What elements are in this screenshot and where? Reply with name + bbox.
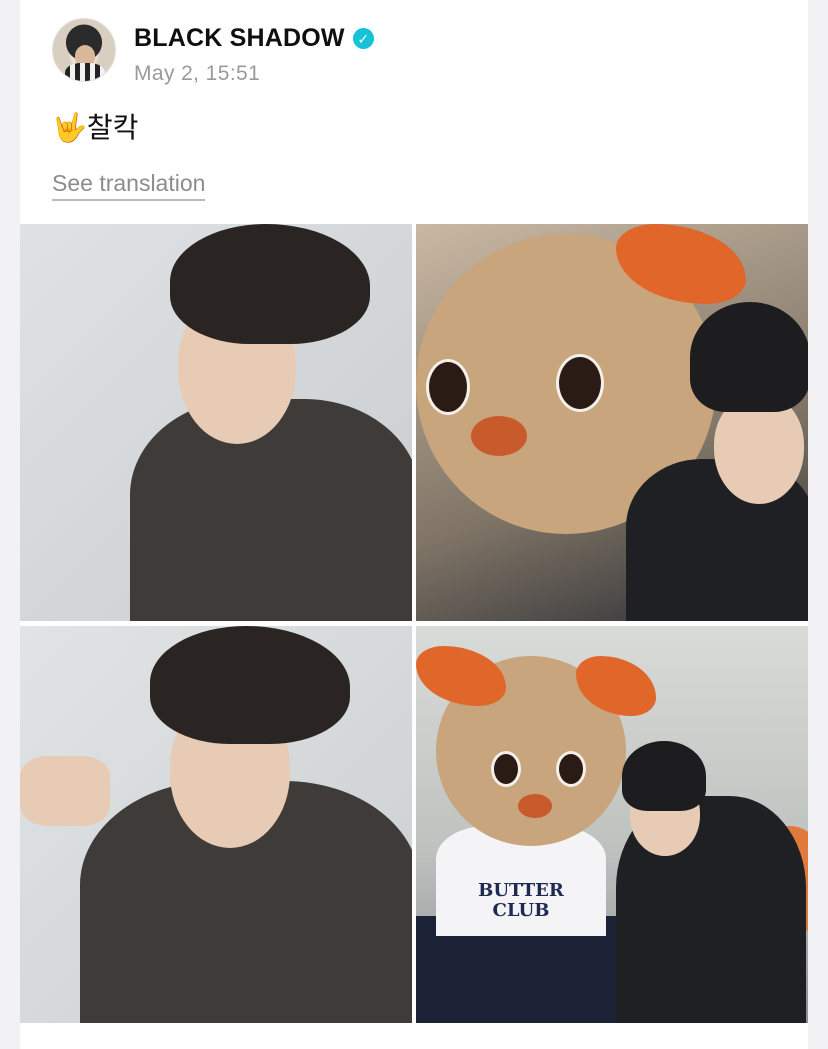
see-translation-link[interactable]: See translation	[52, 170, 206, 201]
avatar-body	[65, 63, 105, 81]
hand-shape	[20, 756, 110, 826]
post-text: 🤟찰칵	[52, 112, 139, 143]
post-timestamp[interactable]: May 2, 15:51	[134, 62, 260, 86]
mascot-shirt-text: BUTTER CLUB	[478, 880, 564, 921]
media-photo-1[interactable]	[20, 224, 412, 621]
mascot-eye-right	[556, 354, 604, 412]
mascot-nose-shape	[471, 416, 527, 456]
hair-shape	[170, 224, 370, 344]
author-name-row: BLACK SHADOW ✓	[134, 24, 374, 53]
media-photo-3[interactable]	[20, 626, 412, 1023]
beanie-shape-2	[622, 741, 706, 811]
media-photo-2[interactable]	[416, 224, 808, 621]
mascot-eye-right-2	[556, 751, 586, 787]
mascot-nose-shape-2	[518, 794, 552, 818]
post-header: BLACK SHADOW ✓ May 2, 15:51	[52, 18, 752, 88]
mascot-eye-left-2	[491, 751, 521, 787]
author-name[interactable]: BLACK SHADOW	[134, 24, 345, 53]
cardigan-shape	[130, 399, 412, 621]
author-avatar[interactable]	[52, 18, 116, 82]
mascot-bow-left	[416, 646, 506, 706]
media-photo-4[interactable]: BUTTER CLUB	[416, 626, 808, 1023]
media-grid: BUTTER CLUB	[20, 224, 808, 1024]
hair-shape-2	[150, 626, 350, 744]
verified-badge-icon: ✓	[352, 28, 374, 49]
mascot-eye-left	[426, 359, 470, 415]
beanie-shape	[690, 302, 808, 412]
